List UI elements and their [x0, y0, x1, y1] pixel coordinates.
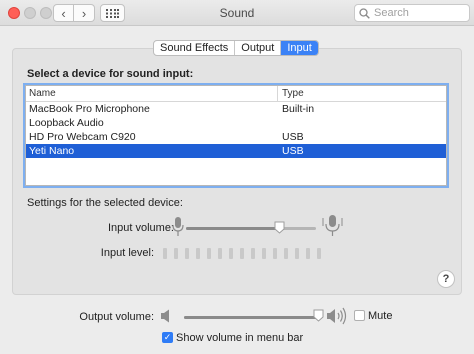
microphone-low-icon — [172, 216, 184, 238]
device-type: USB — [282, 145, 304, 157]
settings-label: Settings for the selected device: — [27, 197, 183, 209]
search-field[interactable]: Search — [354, 4, 470, 22]
level-segment — [185, 248, 189, 259]
mute-label: Mute — [368, 310, 393, 322]
level-segment — [306, 248, 310, 259]
device-type: Built-in — [282, 103, 315, 115]
title-bar: ‹ › Sound Search — [0, 0, 474, 26]
help-button[interactable]: ? — [437, 270, 455, 288]
level-segment — [207, 248, 211, 259]
tab-sound-effects[interactable]: Sound Effects — [154, 41, 236, 55]
table-row[interactable]: MacBook Pro Microphone Built-in — [26, 102, 446, 116]
level-segment — [317, 248, 321, 259]
device-type — [278, 116, 282, 130]
speaker-low-icon — [160, 309, 172, 323]
table-row[interactable]: Loopback Audio — [26, 116, 446, 130]
show-volume-label: Show volume in menu bar — [176, 332, 304, 344]
level-segment — [196, 248, 200, 259]
search-icon — [359, 7, 370, 19]
table-header: Name Type — [26, 86, 446, 102]
level-segment — [295, 248, 299, 259]
level-segment — [273, 248, 277, 259]
input-level-label: Input level: — [100, 247, 154, 259]
device-name: Yeti Nano — [29, 145, 75, 157]
search-placeholder: Search — [374, 7, 409, 19]
output-volume-label: Output volume: — [79, 311, 154, 323]
output-volume-thumb[interactable] — [313, 309, 324, 322]
level-segment — [229, 248, 233, 259]
level-segment — [218, 248, 222, 259]
device-table[interactable]: Name Type MacBook Pro Microphone Built-i… — [25, 85, 447, 186]
level-segment — [163, 248, 167, 259]
level-segment — [174, 248, 178, 259]
show-volume-checkbox[interactable]: ✓ — [162, 332, 173, 343]
device-name: Loopback Audio — [29, 117, 104, 129]
level-segment — [240, 248, 244, 259]
input-volume-thumb[interactable] — [274, 221, 285, 234]
level-segment — [284, 248, 288, 259]
device-name: HD Pro Webcam C920 — [29, 131, 136, 143]
device-section-title: Select a device for sound input: — [27, 68, 194, 80]
level-segment — [251, 248, 255, 259]
tab-input[interactable]: Input — [281, 41, 318, 55]
output-volume-fill — [184, 316, 318, 319]
column-header-type[interactable]: Type — [278, 86, 304, 101]
level-segment — [262, 248, 266, 259]
device-type: USB — [282, 131, 304, 143]
tab-output[interactable]: Output — [235, 41, 282, 55]
tab-bar: Sound Effects Output Input — [153, 40, 319, 56]
table-row[interactable]: HD Pro Webcam C920 USB — [26, 130, 446, 144]
microphone-high-icon — [322, 214, 344, 238]
device-name: MacBook Pro Microphone — [29, 103, 150, 115]
input-volume-fill — [186, 227, 280, 230]
column-header-name[interactable]: Name — [26, 86, 278, 101]
input-volume-label: Input volume: — [107, 222, 174, 234]
table-row-selected[interactable]: Yeti Nano USB — [26, 144, 446, 158]
mute-checkbox[interactable] — [354, 310, 365, 321]
speaker-high-icon — [326, 307, 348, 325]
